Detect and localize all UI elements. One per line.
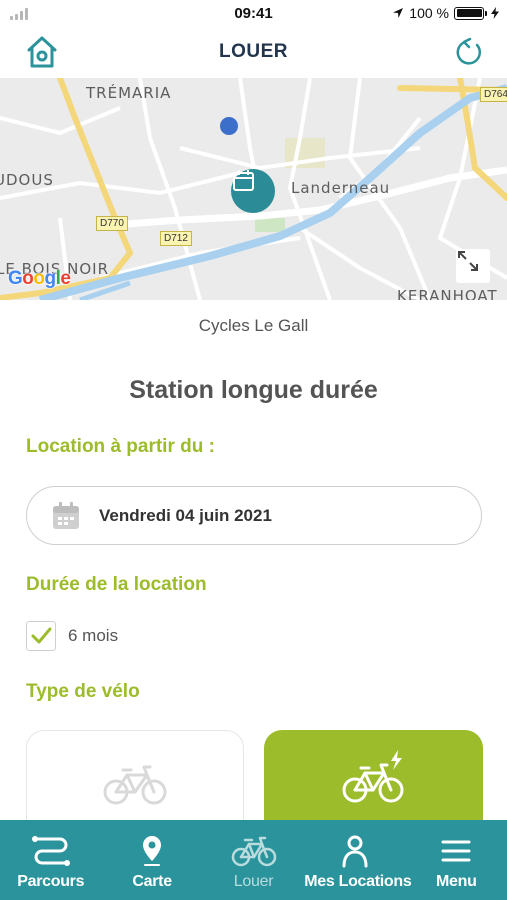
status-bar: 09:41 100 %	[0, 0, 507, 28]
calendar-marker-icon[interactable]	[231, 169, 275, 213]
start-date-field[interactable]: Vendredi 04 juin 2021	[26, 486, 482, 545]
road-tag-d770: D770	[96, 216, 128, 231]
station-map[interactable]: TRÉMARIA UDOUS Landerneau LE BOIS NOIR K…	[0, 78, 507, 300]
bike-type-label: Type de vélo	[26, 681, 140, 702]
user-icon	[342, 835, 368, 868]
page-title: LOUER	[219, 41, 288, 62]
checkmark-icon	[31, 627, 52, 644]
google-logo: Google	[8, 268, 71, 289]
calendar-icon	[53, 502, 79, 529]
tab-parcours[interactable]: Parcours	[0, 820, 101, 900]
tab-label: Louer	[233, 873, 274, 890]
duration-label: Durée de la location	[26, 574, 207, 595]
bike-icon	[231, 836, 276, 867]
duration-option-label: 6 mois	[68, 626, 119, 645]
map-label-udous: UDOUS	[0, 171, 54, 189]
road-tag-d712: D712	[160, 231, 192, 246]
expand-map-button[interactable]	[456, 249, 490, 283]
bike-icon	[103, 765, 167, 805]
tab-carte[interactable]: Carte	[101, 820, 202, 900]
nav-header: LOUER	[0, 28, 507, 78]
location-arrow-icon	[393, 8, 404, 18]
tab-label: Carte	[132, 873, 172, 890]
shop-name: Cycles Le Gall	[198, 316, 309, 335]
battery-icon	[454, 6, 487, 20]
tab-menu[interactable]: Menu	[406, 820, 507, 900]
map-label-landerneau: Landerneau	[291, 179, 391, 197]
electric-bike-icon	[342, 750, 403, 803]
train-station-icon	[220, 117, 238, 135]
route-icon	[31, 836, 70, 866]
charging-bolt-icon	[491, 7, 499, 19]
tab-louer[interactable]: Louer	[203, 820, 304, 900]
tab-label: Mes Locations	[304, 873, 412, 890]
start-date-label: Location à partir du :	[26, 436, 215, 457]
bottom-tab-bar: Parcours Carte Louer Mes Locations Menu	[0, 820, 507, 900]
map-label-tremaria: TRÉMARIA	[86, 84, 172, 102]
battery-percent: 100 %	[409, 5, 449, 21]
duration-checkbox[interactable]	[26, 621, 56, 651]
tab-label: Parcours	[17, 873, 85, 890]
tab-label: Menu	[436, 873, 477, 890]
status-right: 100 %	[392, 5, 499, 21]
map-pin-icon	[143, 836, 162, 866]
start-date-value: Vendredi 04 juin 2021	[99, 506, 272, 525]
expand-icon	[458, 251, 478, 271]
tab-mes-locations[interactable]: Mes Locations	[304, 820, 412, 900]
menu-icon	[441, 840, 471, 862]
refresh-icon[interactable]	[453, 36, 485, 68]
map-label-keranhoat: KERANHOAT	[397, 287, 498, 300]
road-tag-d764: D764	[480, 87, 507, 102]
station-title: Station longue durée	[129, 376, 378, 404]
